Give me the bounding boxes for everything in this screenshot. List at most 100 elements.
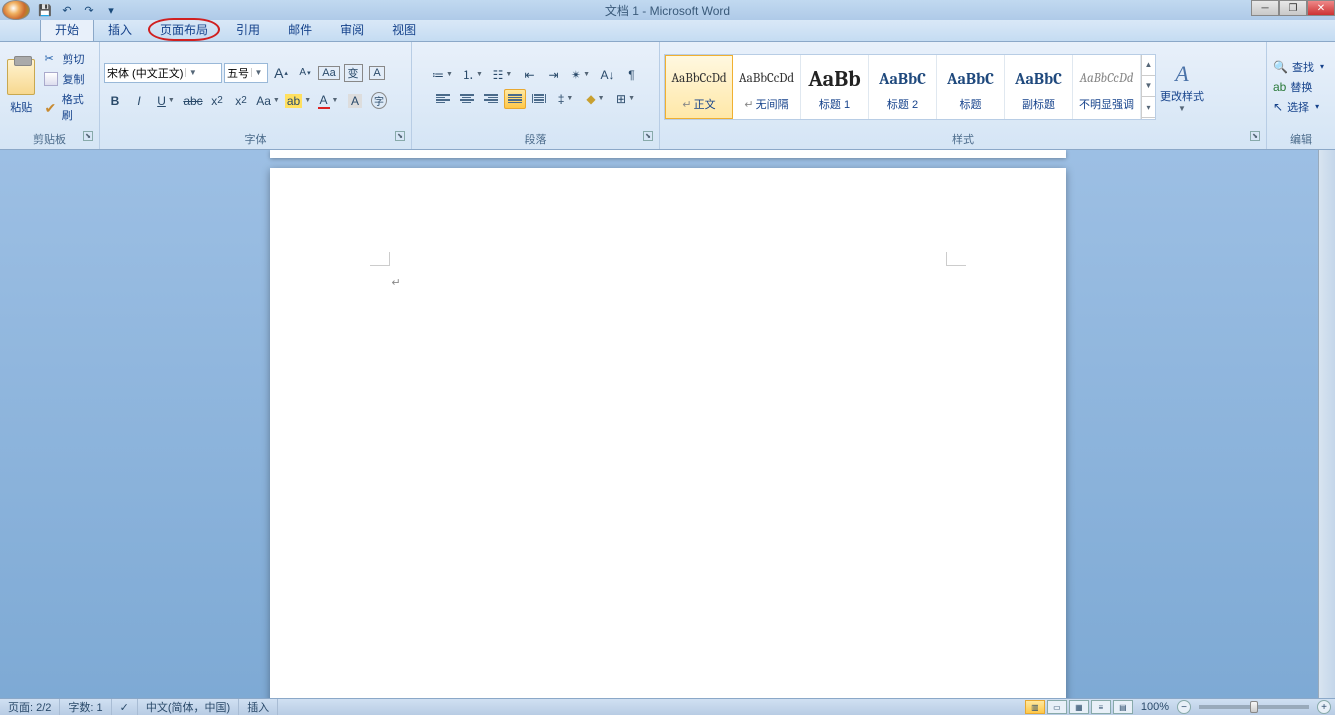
highlight-button[interactable]: ab▼ <box>284 91 312 111</box>
style-heading2[interactable]: AaBbC标题 2 <box>869 55 937 119</box>
view-web-button[interactable]: ▦ <box>1069 700 1089 714</box>
increase-indent-button[interactable]: ⇥ <box>543 65 565 85</box>
multilevel-button[interactable]: ☷▼ <box>489 65 517 85</box>
minimize-button[interactable]: ─ <box>1251 0 1279 16</box>
office-button[interactable] <box>2 0 30 20</box>
phonetic-button[interactable]: 变 <box>342 63 364 83</box>
borders-button[interactable]: ⊞▼ <box>612 89 640 109</box>
gallery-down-icon[interactable]: ▼ <box>1142 76 1155 97</box>
zoom-slider[interactable] <box>1199 705 1309 709</box>
change-case-button[interactable]: Aa▼ <box>254 91 282 111</box>
group-clipboard: 粘贴 ✂剪切 复制 ✔格式刷 剪贴板⬊ <box>0 42 100 149</box>
cut-button[interactable]: ✂剪切 <box>42 50 95 68</box>
enclosed-char-button[interactable]: 字 <box>368 91 390 111</box>
shrink-font-button[interactable]: A▾ <box>294 63 316 83</box>
select-icon: ↖ <box>1273 100 1283 114</box>
strike-button[interactable]: abc <box>182 91 204 111</box>
status-language[interactable]: 中文(简体，中国) <box>138 699 239 715</box>
sort-button[interactable]: A↓ <box>597 65 619 85</box>
font-launcher[interactable]: ⬊ <box>395 131 405 141</box>
align-center-button[interactable] <box>456 89 478 109</box>
style-normal[interactable]: AaBbCcDd↵正文 <box>665 55 733 119</box>
numbering-button[interactable]: ⒈▼ <box>459 65 487 85</box>
copy-icon <box>44 72 58 86</box>
show-marks-button[interactable]: ¶ <box>621 65 643 85</box>
change-styles-button[interactable]: A 更改样式 ▼ <box>1160 60 1204 113</box>
tab-mailings[interactable]: 邮件 <box>274 18 326 41</box>
close-button[interactable]: ✕ <box>1307 0 1335 16</box>
clear-format-button[interactable]: Aa <box>318 63 340 83</box>
superscript-button[interactable]: x2 <box>230 91 252 111</box>
maximize-button[interactable]: ❐ <box>1279 0 1307 16</box>
tab-review[interactable]: 审阅 <box>326 18 378 41</box>
change-styles-label: 更改样式 <box>1160 88 1204 104</box>
document-page[interactable]: ↵ <box>270 168 1066 698</box>
status-page[interactable]: 页面: 2/2 <box>0 699 60 715</box>
tab-home[interactable]: 开始 <box>40 17 94 41</box>
bold-button[interactable]: B <box>104 91 126 111</box>
font-color-button[interactable]: A▼ <box>314 91 342 111</box>
distribute-button[interactable] <box>528 89 550 109</box>
line-spacing-button[interactable]: ‡▼ <box>552 89 580 109</box>
status-insert-mode[interactable]: 插入 <box>239 699 278 715</box>
asian-layout-button[interactable]: ✴▼ <box>567 65 595 85</box>
ribbon-tabs: 开始 插入 页面布局 引用 邮件 审阅 视图 <box>0 20 1335 42</box>
paste-button[interactable]: 粘贴 <box>4 48 38 126</box>
align-left-button[interactable] <box>432 89 454 109</box>
replace-button[interactable]: ab替换 <box>1271 78 1326 96</box>
tab-page-layout[interactable]: 页面布局 <box>146 18 222 41</box>
zoom-in-button[interactable]: + <box>1317 700 1331 714</box>
style-subtitle[interactable]: AaBbC副标题 <box>1005 55 1073 119</box>
char-border-button[interactable]: A <box>366 63 388 83</box>
undo-icon[interactable]: ↶ <box>58 2 76 18</box>
style-no-spacing[interactable]: AaBbCcDd↵无间隔 <box>733 55 801 119</box>
find-button[interactable]: 🔍查找▾ <box>1271 58 1326 76</box>
subscript-button[interactable]: x2 <box>206 91 228 111</box>
group-label-styles: 样式⬊ <box>664 129 1262 149</box>
align-right-button[interactable] <box>480 89 502 109</box>
zoom-level[interactable]: 100% <box>1141 701 1169 713</box>
paragraph-launcher[interactable]: ⬊ <box>643 131 653 141</box>
qat-more-icon[interactable]: ▾ <box>102 2 120 18</box>
font-size-combo[interactable]: 五号▼ <box>224 63 268 83</box>
vertical-scrollbar[interactable] <box>1318 150 1335 698</box>
status-words[interactable]: 字数: 1 <box>60 699 111 715</box>
clipboard-launcher[interactable]: ⬊ <box>83 131 93 141</box>
styles-launcher[interactable]: ⬊ <box>1250 131 1260 141</box>
font-name-combo[interactable]: 宋体 (中文正文)▼ <box>104 63 222 83</box>
status-proof-icon[interactable]: ✓ <box>112 699 138 715</box>
tab-insert[interactable]: 插入 <box>94 18 146 41</box>
view-outline-button[interactable]: ≡ <box>1091 700 1111 714</box>
replace-icon: ab <box>1273 80 1286 94</box>
view-print-layout-button[interactable]: ▥ <box>1025 700 1045 714</box>
view-draft-button[interactable]: ▤ <box>1113 700 1133 714</box>
shading-button[interactable]: ◆▼ <box>582 89 610 109</box>
decrease-indent-button[interactable]: ⇤ <box>519 65 541 85</box>
tab-references[interactable]: 引用 <box>222 18 274 41</box>
gallery-more-icon[interactable]: ▾ <box>1142 97 1155 118</box>
italic-button[interactable]: I <box>128 91 150 111</box>
group-paragraph: ≔▼ ⒈▼ ☷▼ ⇤ ⇥ ✴▼ A↓ ¶ ‡▼ ◆▼ ⊞▼ 段落⬊ <box>412 42 660 149</box>
format-painter-button[interactable]: ✔格式刷 <box>42 90 95 124</box>
tab-view[interactable]: 视图 <box>378 18 430 41</box>
copy-button[interactable]: 复制 <box>42 70 95 88</box>
style-subtle-emphasis[interactable]: AaBbCcDd不明显强调 <box>1073 55 1141 119</box>
char-shading-button[interactable]: A <box>344 91 366 111</box>
align-justify-button[interactable] <box>504 89 526 109</box>
bullets-button[interactable]: ≔▼ <box>429 65 457 85</box>
previous-page-edge <box>270 150 1066 158</box>
underline-button[interactable]: U▼ <box>152 91 180 111</box>
view-full-screen-button[interactable]: ▭ <box>1047 700 1067 714</box>
zoom-out-button[interactable]: − <box>1177 700 1191 714</box>
save-icon[interactable]: 💾 <box>36 2 54 18</box>
zoom-thumb[interactable] <box>1250 701 1258 713</box>
copy-label: 复制 <box>62 71 84 87</box>
gallery-up-icon[interactable]: ▲ <box>1142 55 1155 76</box>
style-heading1[interactable]: AaBb标题 1 <box>801 55 869 119</box>
grow-font-button[interactable]: A▴ <box>270 63 292 83</box>
quick-access-toolbar: 💾 ↶ ↷ ▾ <box>36 2 120 18</box>
redo-icon[interactable]: ↷ <box>80 2 98 18</box>
style-title[interactable]: AaBbC标题 <box>937 55 1005 119</box>
find-icon: 🔍 <box>1273 60 1288 74</box>
select-button[interactable]: ↖选择▾ <box>1271 98 1326 116</box>
